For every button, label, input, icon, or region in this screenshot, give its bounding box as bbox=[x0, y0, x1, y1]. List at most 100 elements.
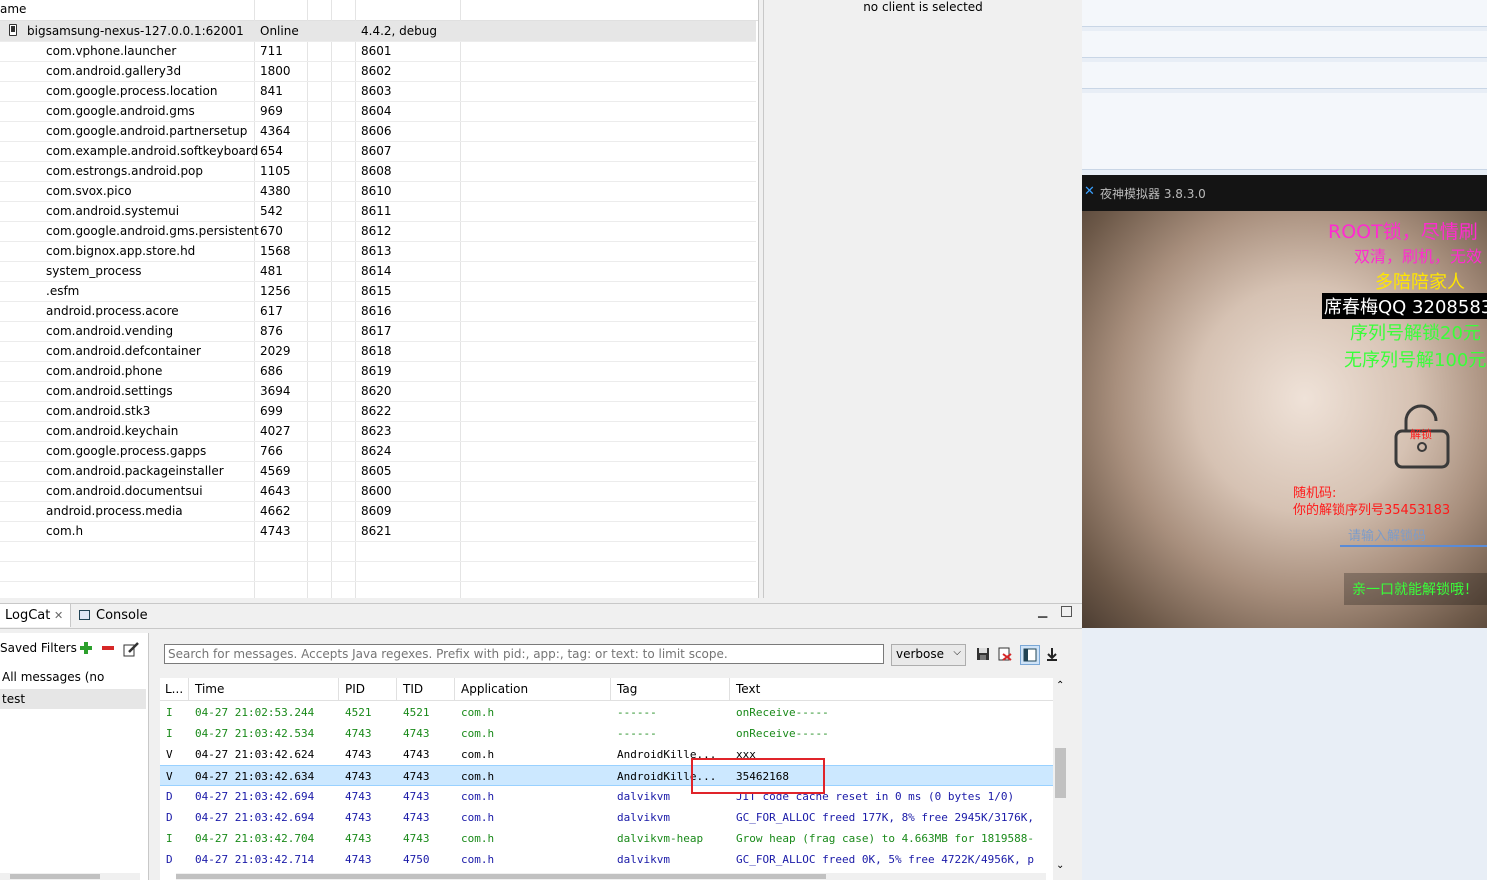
log-row[interactable]: V 04-27 21:03:42.634 4743 4743 com.h AndroidK… bbox=[160, 765, 1053, 786]
log-row[interactable]: D 04-27 21:03:42.714 4743 4750 com.h dalvikvm… bbox=[160, 849, 1053, 870]
client-row[interactable]: android.process.acore 617 8616 bbox=[0, 301, 756, 322]
filter-all-messages[interactable]: All messages (no filters) bbox=[2, 667, 146, 704]
log-row[interactable]: D 04-27 21:03:42.694 4743 4743 com.h dalvikvm… bbox=[160, 786, 1053, 807]
client-row[interactable]: com.android.keychain 4027 8623 bbox=[0, 421, 756, 442]
client-row[interactable]: com.bignox.app.store.hd 1568 8613 bbox=[0, 241, 756, 262]
client-row[interactable]: com.example.android.softkeyboard 654 8607 bbox=[0, 141, 756, 162]
clear-log-icon[interactable] bbox=[998, 647, 1012, 661]
nox-titlebar[interactable]: ✕ 夜神模拟器 3.8.3.0 bbox=[1082, 175, 1487, 211]
client-name: com.android.vending bbox=[46, 324, 174, 338]
client-row[interactable]: com.google.process.gapps 766 8624 bbox=[0, 441, 756, 462]
scroll-lock-icon[interactable] bbox=[1045, 647, 1059, 661]
client-row[interactable]: com.google.android.partnersetup 4364 8606 bbox=[0, 121, 756, 142]
client-name: com.estrongs.android.pop bbox=[46, 164, 204, 178]
client-row[interactable]: com.android.phone 686 8619 bbox=[0, 361, 756, 382]
minimize-icon[interactable]: ▁ bbox=[1038, 604, 1047, 618]
edit-filter-icon[interactable] bbox=[123, 642, 140, 657]
log-level: V bbox=[166, 748, 173, 761]
client-row[interactable]: com.android.vending 876 8617 bbox=[0, 321, 756, 342]
log-row[interactable]: I 04-27 21:03:42.704 4743 4743 com.h dalvikvm… bbox=[160, 828, 1053, 849]
client-name: com.android.documentsui bbox=[46, 484, 203, 498]
log-time: 04-27 21:03:42.694 bbox=[195, 811, 315, 824]
log-tid: 4743 bbox=[403, 790, 430, 803]
client-row[interactable]: com.android.gallery3d 1800 8602 bbox=[0, 61, 756, 82]
scroll-up-icon[interactable]: ⌃ bbox=[1056, 680, 1064, 691]
log-row[interactable]: I 04-27 21:03:42.534 4743 4743 com.h ------ on… bbox=[160, 723, 1053, 744]
device-row[interactable]: bigsamsung-nexus-127.0.0.1:62001 Online … bbox=[0, 21, 756, 42]
scroll-down-icon[interactable]: ⌄ bbox=[1056, 860, 1064, 871]
client-port: 8619 bbox=[361, 364, 392, 378]
close-icon[interactable]: ✕ bbox=[54, 604, 63, 627]
client-port: 8602 bbox=[361, 64, 392, 78]
client-row[interactable]: com.android.settings 3694 8620 bbox=[0, 381, 756, 402]
client-row[interactable]: com.svox.pico 4380 8610 bbox=[0, 181, 756, 202]
client-row[interactable]: .esfm 1256 8615 bbox=[0, 281, 756, 302]
client-row[interactable]: com.android.documentsui 4643 8600 bbox=[0, 481, 756, 502]
filter-test[interactable]: test bbox=[0, 689, 146, 709]
client-port: 8614 bbox=[361, 264, 392, 278]
col-time[interactable]: Time bbox=[195, 682, 224, 696]
log-level-select[interactable]: verbose ⌵ bbox=[891, 644, 966, 666]
client-row[interactable]: com.android.packageinstaller 4569 8605 bbox=[0, 461, 756, 482]
log-row[interactable]: D 04-27 21:03:42.694 4743 4743 com.h dalvikvm… bbox=[160, 807, 1053, 828]
search-input[interactable] bbox=[164, 644, 884, 664]
client-pid: 670 bbox=[260, 224, 283, 238]
col-pid[interactable]: PID bbox=[345, 682, 365, 696]
client-row[interactable]: android.process.media 4662 8609 bbox=[0, 501, 756, 522]
log-tid: 4743 bbox=[403, 770, 430, 783]
kiss-unlock-button[interactable]: 亲一口就能解锁哦！ bbox=[1344, 573, 1487, 605]
kiss-unlock-label: 亲一口就能解锁哦！ bbox=[1352, 582, 1478, 598]
log-pid: 4743 bbox=[345, 853, 372, 866]
client-row[interactable]: com.google.process.location 841 8603 bbox=[0, 81, 756, 102]
log-level: V bbox=[166, 770, 173, 783]
toggle-filters-icon[interactable] bbox=[1020, 645, 1040, 665]
tab-logcat[interactable]: LogCat ✕ bbox=[0, 604, 71, 627]
highlight-annotation bbox=[691, 758, 825, 794]
devices-col-name[interactable]: ame bbox=[0, 2, 26, 16]
log-app: com.h bbox=[461, 748, 495, 761]
logcat-horizontal-scrollbar[interactable] bbox=[176, 873, 1046, 880]
client-port: 8606 bbox=[361, 124, 392, 138]
log-level: I bbox=[166, 706, 173, 719]
devices-header: ame bbox=[0, 0, 758, 21]
log-row[interactable]: I 04-27 21:02:53.244 4521 4521 com.h ------ on… bbox=[160, 702, 1053, 723]
horizontal-scroll-thumb[interactable] bbox=[176, 874, 826, 879]
log-pid: 4743 bbox=[345, 790, 372, 803]
col-level[interactable]: L... bbox=[165, 682, 183, 696]
col-text[interactable]: Text bbox=[736, 682, 760, 696]
tab-console[interactable]: Console bbox=[76, 604, 148, 627]
log-row[interactable]: V 04-27 21:03:42.624 4743 4743 com.h AndroidK… bbox=[160, 744, 1053, 765]
col-application[interactable]: Application bbox=[461, 682, 528, 696]
client-row[interactable]: com.vphone.launcher 711 8601 bbox=[0, 41, 756, 62]
filters-horizontal-scrollbar[interactable] bbox=[0, 873, 140, 880]
unlock-code-input[interactable]: 请输入解锁码 bbox=[1340, 523, 1487, 547]
phone-icon bbox=[9, 24, 17, 36]
nox-emulator-window[interactable]: ✕ 夜神模拟器 3.8.3.0 ROOT锁，尽情刷 双清，刷机，无效 多陪陪家人… bbox=[1082, 175, 1487, 628]
client-row[interactable]: com.google.android.gms.persistent 670 8612 bbox=[0, 221, 756, 242]
client-row[interactable]: com.google.android.gms 969 8604 bbox=[0, 101, 756, 122]
col-tid[interactable]: TID bbox=[403, 682, 423, 696]
vertical-scroll-thumb[interactable] bbox=[1055, 748, 1066, 798]
save-icon[interactable] bbox=[976, 647, 990, 661]
empty-row bbox=[0, 541, 756, 562]
maximize-icon[interactable] bbox=[1061, 606, 1072, 617]
logcat-vertical-scrollbar[interactable]: ⌃ ⌄ bbox=[1053, 678, 1068, 880]
client-row[interactable]: com.android.systemui 542 8611 bbox=[0, 201, 756, 222]
client-port: 8601 bbox=[361, 44, 392, 58]
client-row[interactable]: system_process 481 8614 bbox=[0, 261, 756, 282]
client-row[interactable]: com.estrongs.android.pop 1105 8608 bbox=[0, 161, 756, 182]
client-pid: 1800 bbox=[260, 64, 291, 78]
log-app: com.h bbox=[461, 706, 495, 719]
log-app: com.h bbox=[461, 790, 495, 803]
col-tag[interactable]: Tag bbox=[617, 682, 637, 696]
nox-line-2: 双清，刷机，无效 bbox=[1354, 247, 1483, 266]
remove-filter-icon[interactable] bbox=[102, 646, 114, 650]
client-pid: 711 bbox=[260, 44, 283, 58]
client-row[interactable]: com.h 4743 8621 bbox=[0, 521, 756, 542]
client-row[interactable]: com.android.stk3 699 8622 bbox=[0, 401, 756, 422]
log-tid: 4743 bbox=[403, 748, 430, 761]
add-filter-icon[interactable] bbox=[80, 642, 92, 654]
nox-line-6: 无序列号解100元 bbox=[1344, 350, 1487, 371]
client-pid: 1105 bbox=[260, 164, 291, 178]
client-row[interactable]: com.android.defcontainer 2029 8618 bbox=[0, 341, 756, 362]
